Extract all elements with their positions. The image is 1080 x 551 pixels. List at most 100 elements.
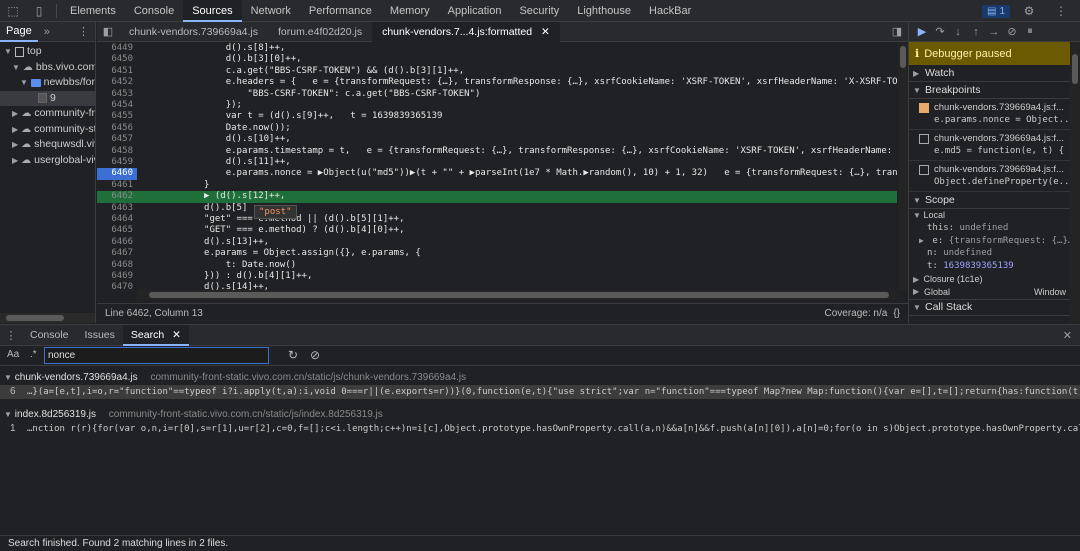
tree-item-domain[interactable]: ▶ ☁ community-fr bbox=[0, 106, 95, 122]
line-number[interactable]: 6468 bbox=[97, 260, 137, 271]
line-number[interactable]: 6458 bbox=[97, 146, 137, 157]
result-match-line[interactable]: 6 …}(a=[e,t],i=o,r="function"==typeof i?… bbox=[0, 385, 1080, 399]
code-line[interactable]: 6470 d().s[14]++, bbox=[97, 282, 897, 290]
debugger-scrollbar[interactable] bbox=[1070, 42, 1080, 323]
line-number[interactable]: 6450 bbox=[97, 54, 137, 65]
breakpoint-item[interactable]: chunk-vendors.739669a4.js:f... e.md5 = f… bbox=[909, 130, 1080, 161]
line-number[interactable]: 6449 bbox=[97, 43, 137, 54]
editor-tab-formatted[interactable]: chunk-vendors.7...4.js:formatted ✕ bbox=[372, 21, 560, 42]
scope-global[interactable]: ▶ Global Window bbox=[909, 286, 1080, 299]
result-match-line[interactable]: 1 …nction r(r){for(var o,n,i=r[0],s=r[1]… bbox=[0, 422, 1080, 436]
scope-var-n[interactable]: n: undefined bbox=[909, 247, 1080, 260]
line-number[interactable]: 6454 bbox=[97, 100, 137, 111]
tree-item-folder[interactable]: ▼ newbbs/for bbox=[0, 75, 95, 91]
editor-horizontal-scrollbar[interactable] bbox=[137, 290, 897, 300]
tab-application[interactable]: Application bbox=[439, 0, 511, 22]
code-line[interactable]: 6455 var t = (d().s[9]++, t = 1639839365… bbox=[97, 111, 897, 122]
call-stack-section[interactable]: ▼ Call Stack bbox=[909, 298, 1080, 316]
line-number[interactable]: 6470 bbox=[97, 282, 137, 290]
tab-sources[interactable]: Sources bbox=[183, 0, 242, 22]
line-number[interactable]: 6465 bbox=[97, 225, 137, 236]
code-line[interactable]: 6468 t: Date.now() bbox=[97, 260, 897, 271]
breakpoint-checkbox[interactable] bbox=[919, 134, 929, 144]
editor-tab-chunk-vendors[interactable]: chunk-vendors.739669a4.js bbox=[119, 22, 268, 42]
line-number[interactable]: 6455 bbox=[97, 111, 137, 122]
close-drawer-icon[interactable]: ✕ bbox=[1063, 329, 1072, 342]
code-line[interactable]: 6456 Date.now()); bbox=[97, 123, 897, 134]
match-case-toggle[interactable]: Aa bbox=[7, 349, 19, 360]
tab-console[interactable]: Console bbox=[125, 0, 183, 22]
code-line[interactable]: 6457 d().s[10]++, bbox=[97, 134, 897, 145]
resume-icon[interactable]: ▶ bbox=[913, 25, 931, 38]
settings-gear-icon[interactable]: ⚙ bbox=[1016, 0, 1042, 22]
tree-item-top[interactable]: ▼ top bbox=[0, 44, 95, 60]
refresh-icon[interactable]: ↻ bbox=[288, 348, 298, 362]
scope-local[interactable]: ▼ Local bbox=[909, 209, 1080, 222]
tab-performance[interactable]: Performance bbox=[300, 0, 381, 22]
breakpoint-item[interactable]: chunk-vendors.739669a4.js:f... e.params.… bbox=[909, 99, 1080, 130]
line-number[interactable]: 6467 bbox=[97, 248, 137, 259]
tab-lighthouse[interactable]: Lighthouse bbox=[568, 0, 640, 22]
line-number[interactable]: 6453 bbox=[97, 89, 137, 100]
code-line[interactable]: 6459 d().s[11]++, bbox=[97, 157, 897, 168]
code-line[interactable]: 6466 d().s[13]++, bbox=[97, 237, 897, 248]
line-number[interactable]: 6456 bbox=[97, 123, 137, 134]
code-line[interactable]: 6461 } bbox=[97, 180, 897, 191]
code-line[interactable]: 6451 c.a.get("BBS-CSRF-TOKEN") && (d().b… bbox=[97, 66, 897, 77]
scope-var-e[interactable]: ▶ e: {transformRequest: {…}… bbox=[909, 235, 1080, 248]
line-number[interactable]: 6469 bbox=[97, 271, 137, 282]
line-number[interactable]: 6464 bbox=[97, 214, 137, 225]
tab-hackbar[interactable]: HackBar bbox=[640, 0, 700, 22]
line-number[interactable]: 6451 bbox=[97, 66, 137, 77]
tab-page[interactable]: Page bbox=[0, 22, 38, 42]
code-line[interactable]: 6460 e.params.nonce = ▶Object(u("md5"))▶… bbox=[97, 168, 908, 180]
code-line[interactable]: 6450 d().b[3][0]++, bbox=[97, 54, 897, 65]
watch-section[interactable]: ▶ Watch bbox=[909, 65, 1080, 82]
tree-item-domain[interactable]: ▶ ☁ userglobal-viv bbox=[0, 153, 95, 169]
toggle-debugger-icon[interactable]: ◨ bbox=[886, 25, 908, 38]
navigator-scrollbar[interactable] bbox=[0, 313, 95, 323]
regex-toggle[interactable]: .* bbox=[30, 349, 37, 360]
drawer-menu-icon[interactable]: ⋮ bbox=[0, 329, 22, 342]
inspect-element-icon[interactable]: ⬚ bbox=[0, 0, 26, 22]
breakpoint-line-number[interactable]: 6460 bbox=[97, 168, 137, 180]
line-number[interactable]: 6452 bbox=[97, 77, 137, 88]
code-area[interactable]: 6449 d().s[8]++, 6450 d().b[3][0]++, 6451 … bbox=[97, 42, 908, 290]
clear-icon[interactable]: ⊘ bbox=[310, 348, 320, 362]
line-number[interactable]: 6462 bbox=[97, 191, 137, 202]
line-number[interactable]: 6459 bbox=[97, 157, 137, 168]
code-line[interactable]: 6469 })) : d().b[4][1]++, bbox=[97, 271, 897, 282]
line-number[interactable]: 6457 bbox=[97, 134, 137, 145]
drawer-tab-console[interactable]: Console bbox=[22, 325, 77, 346]
drawer-tab-issues[interactable]: Issues bbox=[77, 325, 123, 346]
breakpoint-item[interactable]: chunk-vendors.739669a4.js:f... Object.de… bbox=[909, 161, 1080, 192]
code-line[interactable]: 6454 }); bbox=[97, 100, 897, 111]
code-line[interactable]: 6462 ▶ (d().s[12]++, bbox=[97, 191, 897, 203]
result-file-header[interactable]: ▼ chunk-vendors.739669a4.js community-fr… bbox=[0, 370, 1080, 385]
pause-on-exceptions-icon[interactable]: ⏸ bbox=[1021, 25, 1039, 38]
close-tab-icon[interactable]: ✕ bbox=[541, 26, 550, 38]
scope-section[interactable]: ▼ Scope bbox=[909, 192, 1080, 209]
line-number[interactable]: 6461 bbox=[97, 180, 137, 191]
deactivate-breakpoints-icon[interactable]: ⊘ bbox=[1003, 25, 1021, 38]
tree-item-domain[interactable]: ▶ ☁ shequwsdl.viv bbox=[0, 137, 95, 153]
breakpoint-checkbox[interactable] bbox=[919, 165, 929, 175]
close-tab-icon[interactable]: ✕ bbox=[172, 329, 181, 341]
editor-vertical-scrollbar[interactable] bbox=[898, 42, 908, 290]
scope-var-t[interactable]: t: 1639839365139 bbox=[909, 260, 1080, 273]
drawer-tab-search[interactable]: Search ✕ bbox=[122, 324, 189, 346]
format-icon[interactable]: {} bbox=[893, 308, 900, 319]
line-number[interactable]: 6463 bbox=[97, 203, 137, 214]
tab-network[interactable]: Network bbox=[242, 0, 300, 22]
editor-tab-forum[interactable]: forum.e4f02d20.js bbox=[268, 22, 372, 42]
code-line[interactable]: 6458 e.params.timestamp = t, e = {transf… bbox=[97, 146, 908, 157]
more-tabs-icon[interactable]: » bbox=[38, 26, 56, 38]
breakpoints-section[interactable]: ▼ Breakpoints bbox=[909, 82, 1080, 99]
step-out-icon[interactable]: ↑ bbox=[967, 26, 985, 38]
code-line[interactable]: 6467 e.params = Object.assign({}, e.para… bbox=[97, 248, 897, 259]
search-input[interactable] bbox=[44, 347, 269, 364]
scope-var-this[interactable]: this: undefined bbox=[909, 222, 1080, 235]
result-file-header[interactable]: ▼ index.8d256319.js community-front-stat… bbox=[0, 407, 1080, 422]
toggle-navigator-icon[interactable]: ◧ bbox=[97, 25, 119, 38]
tab-security[interactable]: Security bbox=[510, 0, 568, 22]
